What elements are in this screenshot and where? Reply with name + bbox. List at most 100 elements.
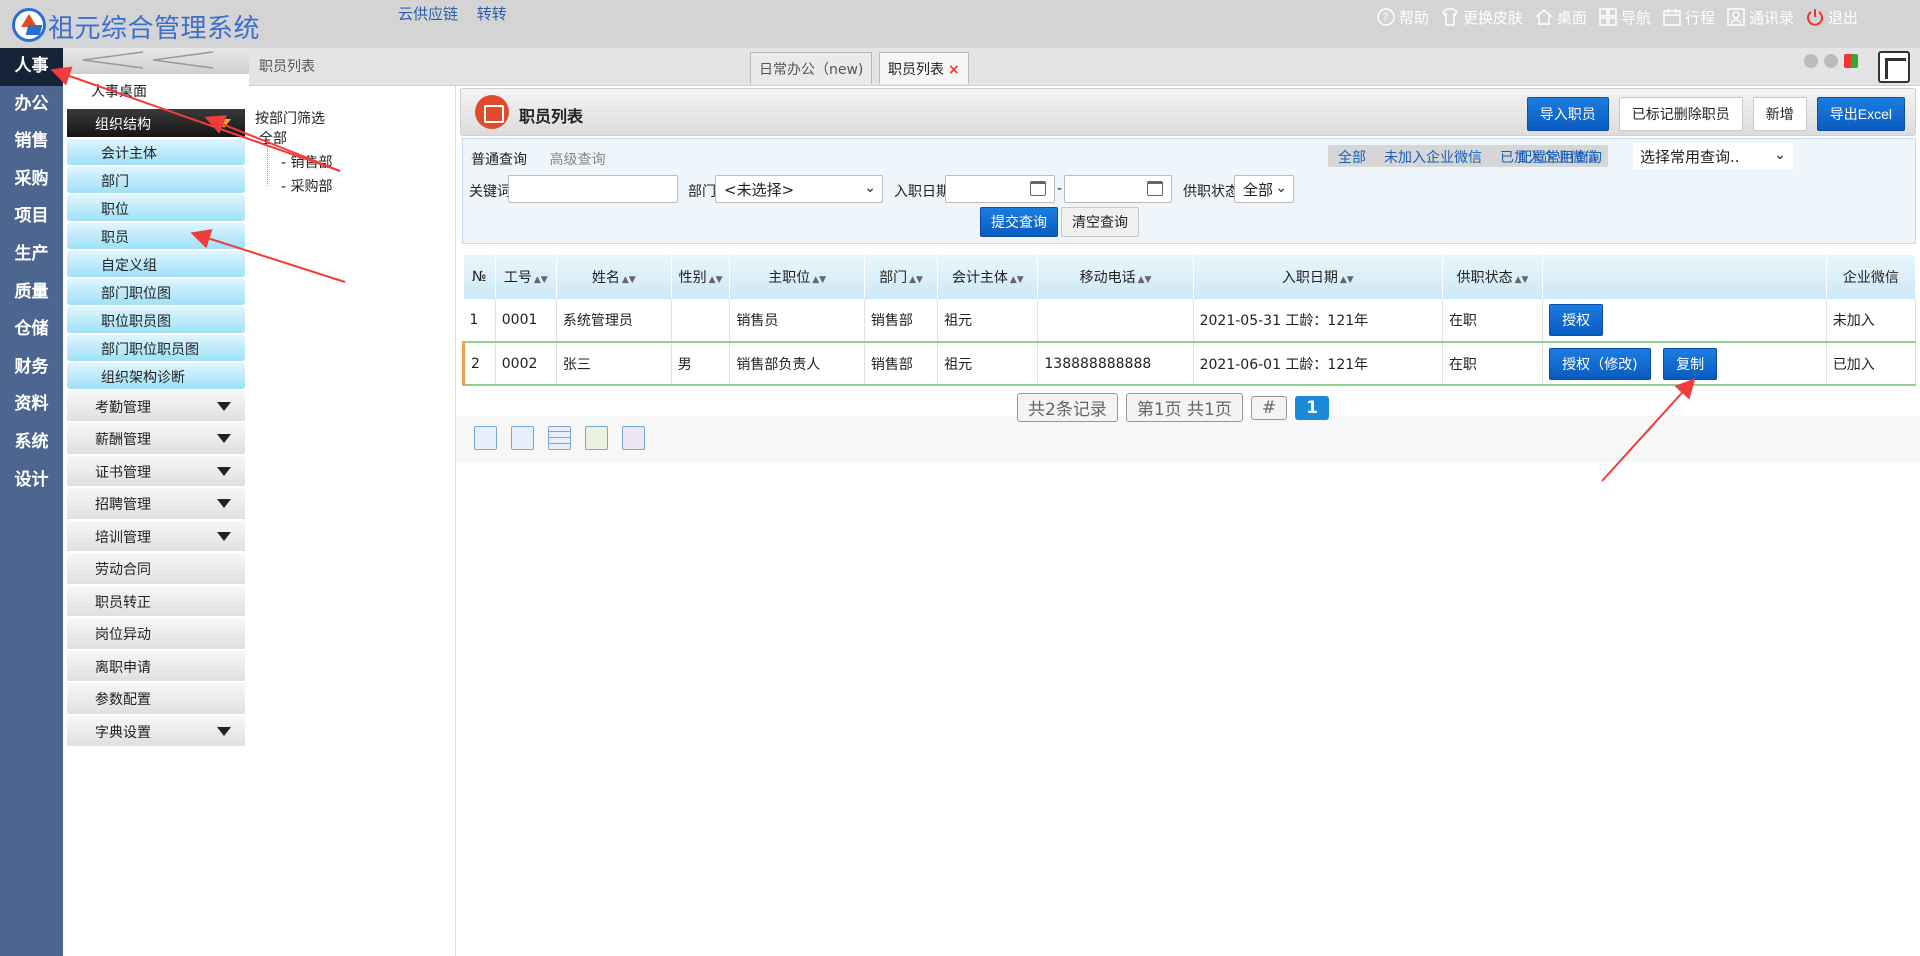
tab-next-icon[interactable]: [1824, 54, 1838, 68]
col-hire-date[interactable]: 入职日期 ▲▼: [1193, 255, 1443, 299]
top-menu-nav[interactable]: 导航: [1597, 6, 1651, 28]
sidebar-group-payroll[interactable]: 薪酬管理: [67, 423, 245, 454]
keyword-label: 关键词: [469, 184, 511, 200]
col-entity[interactable]: 会计主体 ▲▼: [937, 255, 1039, 299]
module-design[interactable]: 设计: [0, 462, 63, 500]
dept-tree-root[interactable]: 全部: [259, 128, 287, 148]
pager-jump[interactable]: #: [1250, 395, 1288, 420]
tab-advanced-query[interactable]: 高级查询: [549, 152, 605, 168]
module-office[interactable]: 办公: [0, 86, 63, 124]
table-row[interactable]: 1 0001 系统管理员 销售员 销售部 祖元 2021-05-31 工龄：12…: [463, 299, 1917, 343]
hire-date-to[interactable]: [1064, 175, 1172, 203]
close-icon[interactable]: ×: [948, 62, 960, 78]
breadcrumb: 职员列表: [259, 59, 315, 75]
fullscreen-button[interactable]: [1878, 51, 1910, 83]
module-warehouse[interactable]: 仓储: [0, 311, 63, 349]
sidebar-item-params[interactable]: 参数配置: [67, 683, 245, 714]
config-query-link[interactable]: 配置常用查询: [1518, 147, 1602, 167]
chevron-down-icon: [217, 434, 231, 444]
col-position[interactable]: 主职位 ▲▼: [729, 255, 865, 299]
sidebar-group-recruitment[interactable]: 招聘管理: [67, 488, 245, 519]
pager-page-1[interactable]: 1: [1295, 395, 1329, 420]
tab-prev-icon[interactable]: [1804, 54, 1818, 68]
module-sales[interactable]: 销售: [0, 123, 63, 161]
sidebar-item-accounting-entity[interactable]: 会计主体: [67, 138, 245, 165]
edit-icon[interactable]: [585, 426, 608, 450]
sidebar-group-training[interactable]: 培训管理: [67, 520, 245, 552]
sidebar-item-labor-contract[interactable]: 劳动合同: [67, 553, 245, 584]
module-production[interactable]: 生产: [0, 236, 63, 274]
import-employees-button[interactable]: 导入职员: [1526, 97, 1609, 131]
sidebar-group-org[interactable]: 组织结构: [67, 108, 245, 137]
dept-tree-node-purchase[interactable]: - 采购部: [281, 176, 333, 196]
col-gender[interactable]: 性别 ▲▼: [671, 255, 731, 299]
top-menu-contacts[interactable]: 通讯录: [1725, 6, 1794, 28]
sidebar-collapse-button[interactable]: [63, 48, 249, 74]
copy-button[interactable]: 复制: [1663, 347, 1718, 380]
common-query-select[interactable]: 选择常用查询.. ⌄: [1633, 143, 1793, 169]
module-project[interactable]: 项目: [0, 198, 63, 236]
dept-filter-title: 按部门筛选: [255, 111, 325, 127]
deleted-employees-button[interactable]: 已标记删除职员: [1618, 97, 1743, 131]
col-dept[interactable]: 部门 ▲▼: [864, 255, 939, 299]
submit-query-button[interactable]: 提交查询: [980, 207, 1058, 237]
col-status[interactable]: 供职状态 ▲▼: [1442, 255, 1544, 299]
link-cloud-supply[interactable]: 云供应链: [398, 5, 458, 23]
module-hr[interactable]: 人事: [0, 48, 63, 86]
authorize-modify-button[interactable]: 授权（修改): [1549, 347, 1651, 380]
sidebar-item-hr-desktop[interactable]: 人事桌面: [63, 74, 249, 107]
module-system[interactable]: 系统: [0, 424, 63, 462]
col-phone[interactable]: 移动电话 ▲▼: [1037, 255, 1194, 299]
sidebar-item-dept-position-chart[interactable]: 部门职位图: [67, 278, 245, 305]
top-menu-schedule[interactable]: 行程: [1661, 6, 1715, 28]
dept-select[interactable]: <未选择> ⌄: [715, 175, 883, 203]
top-menu-help[interactable]: ? 帮助: [1375, 6, 1429, 28]
authorize-button[interactable]: 授权: [1549, 304, 1604, 336]
tab-normal-query[interactable]: 普通查询: [471, 152, 527, 168]
top-menu-skin[interactable]: 更换皮肤: [1439, 6, 1523, 28]
module-purchase[interactable]: 采购: [0, 161, 63, 199]
add-button[interactable]: 新增: [1752, 97, 1807, 131]
page-title: 职员列表: [519, 107, 584, 126]
export-excel-button[interactable]: 导出Excel: [1816, 97, 1905, 131]
sidebar-item-regularization[interactable]: 职员转正: [67, 585, 245, 617]
col-code[interactable]: 工号 ▲▼: [495, 255, 557, 299]
module-finance[interactable]: 财务: [0, 349, 63, 387]
document-icon[interactable]: [511, 426, 534, 450]
sidebar-item-resignation[interactable]: 离职申请: [67, 650, 245, 682]
dept-tree-node-sales[interactable]: - 销售部: [281, 152, 333, 172]
select-all-icon[interactable]: [474, 426, 497, 450]
module-data[interactable]: 资料: [0, 386, 63, 424]
tab-employee-list[interactable]: 职员列表 ×: [879, 52, 969, 84]
sidebar-item-position-employee-chart[interactable]: 职位职员图: [67, 306, 245, 333]
tab-menu-icon[interactable]: [1844, 54, 1858, 68]
sidebar-item-org-diagnosis[interactable]: 组织架构诊断: [67, 362, 245, 389]
link-zhuanzhuan[interactable]: 转转: [477, 5, 507, 23]
status-select[interactable]: 全部 ⌄: [1234, 175, 1294, 203]
sidebar-group-dictionary[interactable]: 字典设置: [67, 715, 245, 747]
hire-date-from[interactable]: [945, 175, 1055, 203]
wechat-filter-all[interactable]: 全部: [1338, 147, 1366, 166]
top-menu-logout[interactable]: 退出: [1804, 6, 1858, 28]
sidebar-item-position[interactable]: 职位: [67, 194, 245, 221]
sidebar-group-certificates[interactable]: 证书管理: [67, 455, 245, 487]
clear-query-button[interactable]: 清空查询: [1061, 207, 1139, 237]
wechat-filter-not-joined[interactable]: 未加入企业微信: [1384, 147, 1482, 166]
module-quality[interactable]: 质量: [0, 274, 63, 312]
grid-icon[interactable]: [548, 426, 571, 450]
sidebar-item-job-transfer[interactable]: 岗位异动: [67, 618, 245, 649]
add-column-icon[interactable]: [622, 426, 645, 450]
sidebar-item-department[interactable]: 部门: [67, 166, 245, 193]
sidebar-item-dept-position-employee-chart[interactable]: 部门职位职员图: [67, 334, 245, 361]
sidebar-group-attendance[interactable]: 考勤管理: [67, 390, 245, 422]
top-menu-desktop[interactable]: 桌面: [1533, 6, 1587, 28]
sidebar-item-custom-group[interactable]: 自定义组: [67, 250, 245, 277]
tree-line: [267, 142, 268, 186]
sidebar-item-employee[interactable]: 职员: [67, 222, 245, 249]
keyword-input[interactable]: [508, 175, 678, 203]
col-name[interactable]: 姓名 ▲▼: [556, 255, 672, 299]
calendar-icon[interactable]: [1147, 181, 1163, 196]
calendar-icon[interactable]: [1030, 181, 1046, 196]
table-row[interactable]: 2 0002 张三 男 销售部负责人 销售部 祖元 138888888888 2…: [462, 341, 1917, 386]
tab-daily-office[interactable]: 日常办公（new): [750, 52, 873, 84]
